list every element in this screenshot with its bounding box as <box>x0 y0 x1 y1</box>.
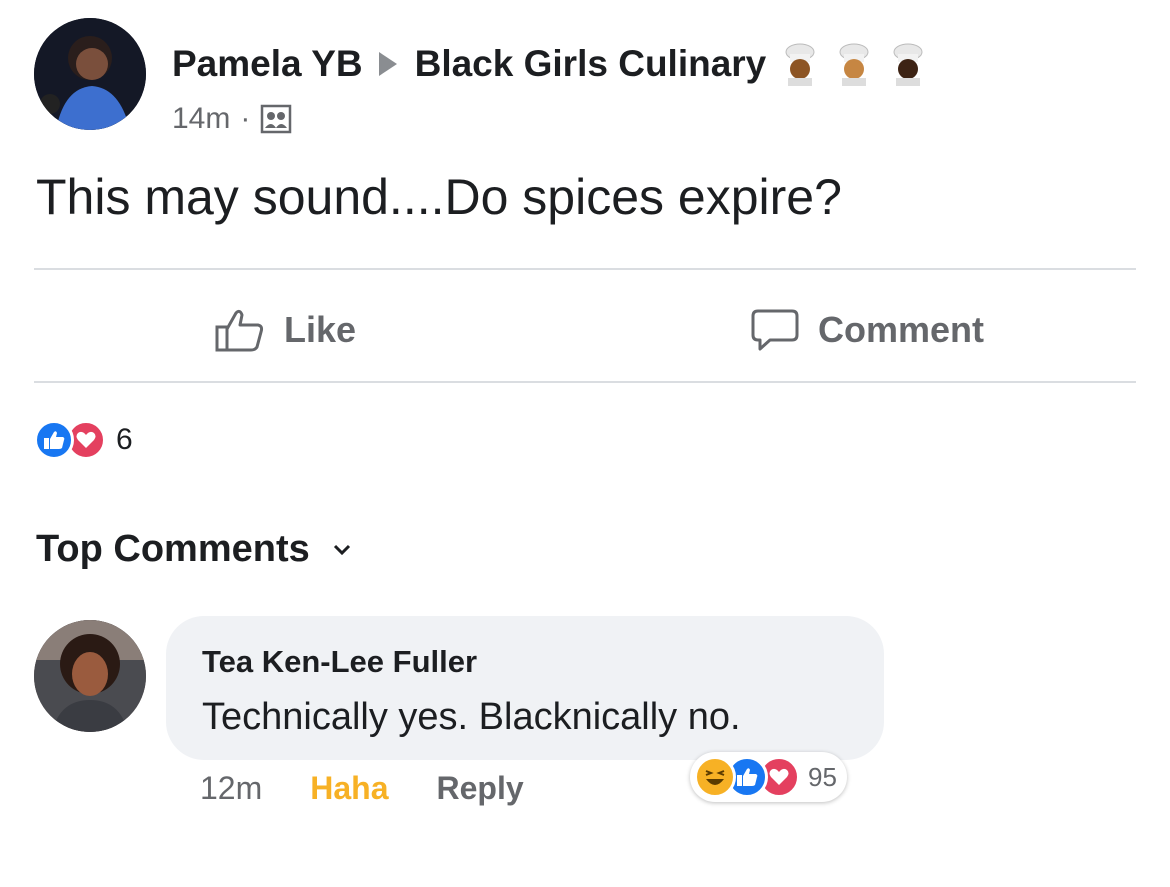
commenter-avatar[interactable] <box>34 620 146 732</box>
like-reaction-icon <box>34 420 74 460</box>
post-timestamp[interactable]: 14m <box>172 102 230 136</box>
like-button[interactable]: Like <box>214 304 356 356</box>
comment-bubble: Tea Ken-Lee Fuller Technically yes. Blac… <box>166 616 884 760</box>
like-label: Like <box>284 309 357 350</box>
comment-footer: 12m Haha Reply <box>200 770 524 807</box>
cook-emoji-icon <box>839 43 869 86</box>
haha-reaction-button[interactable]: Haha <box>310 770 388 807</box>
top-comments-label: Top Comments <box>36 528 310 570</box>
comment-button[interactable]: Comment <box>750 304 984 356</box>
post-author-name[interactable]: Pamela YB <box>172 43 363 85</box>
meta-separator: · <box>240 102 251 135</box>
divider <box>34 268 1136 270</box>
thumbs-up-icon <box>215 309 264 352</box>
post-text: This may sound....Do spices expire? <box>36 169 842 225</box>
post-author-avatar[interactable] <box>34 18 146 130</box>
cook-emoji-icon <box>785 43 815 86</box>
chevron-down-icon <box>333 544 350 555</box>
comment-timestamp[interactable]: 12m <box>200 770 262 807</box>
group-name[interactable]: Black Girls Culinary <box>415 43 767 85</box>
post-reactions-summary[interactable]: 6 <box>34 420 133 460</box>
group-audience-icon <box>261 104 292 134</box>
divider <box>34 381 1136 383</box>
posted-to-arrow-icon <box>378 52 397 76</box>
comment-sort-dropdown[interactable]: Top Comments <box>36 528 352 571</box>
comment-bubble-icon <box>751 309 799 351</box>
post-header: Pamela YB Black Girls Culinary <box>172 40 930 88</box>
cook-emoji-icon <box>893 43 923 86</box>
comment-label: Comment <box>818 309 985 350</box>
group-emoji-list <box>778 42 930 86</box>
comment-text: Technically yes. Blacknically no. <box>202 696 741 738</box>
comment-reaction-count: 95 <box>808 761 837 792</box>
comment-reactions-summary[interactable]: 95 <box>690 752 847 802</box>
post-meta: 14m · <box>172 102 292 136</box>
haha-reaction-icon <box>694 756 736 798</box>
post-author-avatar-image <box>34 18 146 130</box>
reply-button[interactable]: Reply <box>437 770 524 807</box>
commenter-name[interactable]: Tea Ken-Lee Fuller <box>202 644 477 680</box>
reaction-count: 6 <box>116 423 133 456</box>
commenter-avatar-image <box>34 620 146 732</box>
